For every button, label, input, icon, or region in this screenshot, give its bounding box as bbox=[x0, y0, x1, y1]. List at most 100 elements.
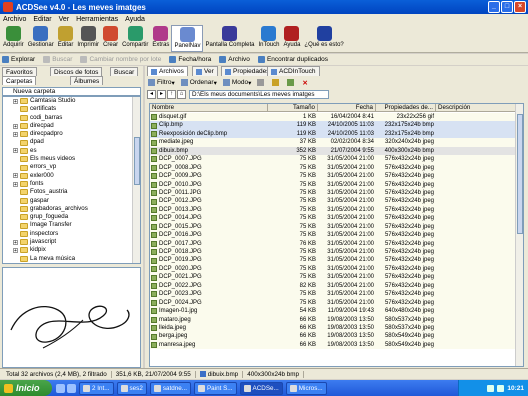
file-row[interactable]: DCP_0010.JPG 75 KB 31/05/2004 21:00 576x432… bbox=[150, 180, 516, 189]
toolbar-button-gestionar[interactable]: Gestionar bbox=[26, 25, 56, 52]
tree-scroll-thumb[interactable] bbox=[134, 137, 140, 185]
column-header-date[interactable]: Fecha bbox=[318, 104, 376, 111]
file-list-scrollbar[interactable] bbox=[515, 104, 523, 366]
tree-scrollbar[interactable] bbox=[132, 97, 140, 263]
file-row[interactable]: DCP_0022.JPG 82 KB 31/05/2004 21:00 576x432… bbox=[150, 281, 516, 291]
file-row[interactable]: DCP_0014.JPG 75 KB 31/05/2004 21:00 576x432… bbox=[150, 214, 516, 223]
toolbar-button-que-es-esto[interactable]: ¿Qué es esto? bbox=[302, 25, 345, 52]
column-header-size[interactable]: Tamaño bbox=[268, 104, 318, 111]
file-list-scroll-thumb[interactable] bbox=[517, 114, 523, 234]
file-row[interactable]: mediate.jpeg 37 KB 02/02/2004 8:34 320x240x… bbox=[150, 138, 516, 147]
tree-item-direcpad[interactable]: + direcpad bbox=[3, 122, 140, 130]
file-row[interactable]: lleida.jpeg 66 KB 19/08/2003 13:50 580x537x… bbox=[150, 323, 516, 333]
expand-icon[interactable]: + bbox=[13, 173, 18, 179]
expand-icon[interactable]: + bbox=[13, 239, 18, 245]
tab-ver[interactable]: Ver bbox=[192, 66, 218, 76]
tray-volume-icon[interactable] bbox=[487, 384, 495, 392]
minimize-button[interactable]: _ bbox=[488, 1, 500, 13]
file-row[interactable]: disquet.gif 1 KB 16/04/2004 8:41 23x22x256 … bbox=[150, 113, 516, 122]
close-button[interactable]: × bbox=[514, 1, 526, 13]
file-row[interactable]: mataro.jpeg 66 KB 19/08/2003 13:50 580x537x… bbox=[150, 315, 516, 324]
home-icon[interactable]: ⌂ bbox=[177, 90, 186, 99]
file-row[interactable]: Clip.bmp 119 KB 24/10/2005 11:03 232x175x24… bbox=[150, 121, 516, 130]
file-row[interactable]: DCP_0015.JPG 75 KB 31/05/2004 21:00 576x432… bbox=[150, 222, 516, 232]
tree-item-image-transfer[interactable]: Image Transfer bbox=[3, 221, 140, 229]
file-row[interactable]: DCP_0016.JPG 75 KB 31/05/2004 21:00 576x432… bbox=[150, 231, 516, 240]
file-row[interactable]: DCP_0018.JPG 75 KB 31/05/2004 21:00 576x432… bbox=[150, 248, 516, 257]
expand-icon[interactable]: + bbox=[13, 181, 18, 187]
menu-ver[interactable]: Ver bbox=[59, 16, 70, 23]
back-icon[interactable]: ◂ bbox=[147, 90, 156, 99]
file-row[interactable]: DCP_0008.JPG 75 KB 31/05/2004 21:00 576x432… bbox=[150, 163, 516, 173]
tree-item-exler000[interactable]: + exler000 bbox=[3, 172, 140, 180]
file-row[interactable]: DCP_0007.JPG 75 KB 31/05/2004 21:00 576x432… bbox=[150, 155, 516, 164]
delete-icon[interactable]: ✕ bbox=[302, 79, 307, 87]
taskbar-task-acdse[interactable]: ACDSe... bbox=[239, 381, 283, 395]
toolbar-button-adquirir[interactable]: Adquirir bbox=[1, 25, 26, 52]
toolbar-button-extras[interactable]: Extras bbox=[150, 25, 171, 52]
paste-icon[interactable] bbox=[287, 79, 296, 86]
file-row[interactable]: Reexposición deClip.bmp 119 KB 24/10/2005 … bbox=[150, 129, 516, 139]
tool-archivo[interactable]: Archivo bbox=[219, 56, 250, 63]
toolbar-button-intouch[interactable]: InTouch bbox=[256, 25, 281, 52]
toolbar-button-imprimir[interactable]: Imprimir bbox=[75, 25, 101, 52]
expand-icon[interactable]: + bbox=[13, 123, 18, 129]
tray-network-icon[interactable] bbox=[497, 384, 505, 392]
menu-ayuda[interactable]: Ayuda bbox=[125, 16, 145, 23]
menu-archivo[interactable]: Archivo bbox=[3, 16, 26, 23]
file-row[interactable]: DCP_0013.JPG 75 KB 31/05/2004 21:00 576x432… bbox=[150, 205, 516, 215]
mode-button[interactable]: Modo ▾ bbox=[222, 79, 251, 87]
file-row[interactable]: DCP_0021.JPG 75 KB 31/05/2004 21:00 576x432… bbox=[150, 273, 516, 282]
tree-item-grup-fogueda[interactable]: grup_fogueda bbox=[3, 213, 140, 221]
tree-item-fonts[interactable]: + fonts bbox=[3, 180, 140, 188]
up-folder-icon[interactable]: ↑ bbox=[167, 90, 176, 99]
menu-editar[interactable]: Editar bbox=[33, 16, 51, 23]
tree-item-fotos-austria[interactable]: Fotos_austria bbox=[3, 188, 140, 196]
select-all-icon[interactable] bbox=[257, 79, 266, 86]
taskbar-task-micros[interactable]: Micros... bbox=[285, 381, 327, 395]
filter-button[interactable]: Filtro ▾ bbox=[148, 79, 175, 87]
file-row[interactable]: Imagen-01.jpg 54 KB 11/09/2004 19:43 640x48… bbox=[150, 307, 516, 316]
taskbar-task-2-int[interactable]: 2 Int... bbox=[79, 381, 114, 395]
tree-item-direcpadpro[interactable]: + direcpadpro bbox=[3, 130, 140, 138]
file-row[interactable]: DCP_0017.JPG 76 KB 31/05/2004 21:00 576x432… bbox=[150, 239, 516, 248]
tool-fecha-hora[interactable]: Fecha/hora bbox=[169, 56, 211, 63]
toolbar-button-compartir[interactable]: Compartir bbox=[120, 25, 150, 52]
tree-header-folder[interactable]: Nueva carpeta bbox=[2, 87, 141, 96]
tree-item-codi-barras[interactable]: codi_barras bbox=[3, 114, 140, 122]
tree-item-errors-vp[interactable]: errors_vp bbox=[3, 163, 140, 171]
forward-icon[interactable]: ▸ bbox=[157, 90, 166, 99]
tab-carpetas[interactable]: Carpetas bbox=[2, 76, 37, 85]
sort-button[interactable]: Ordenar ▾ bbox=[180, 79, 217, 87]
tree-item-camtasia-studio[interactable]: + Camtasia Studio bbox=[3, 97, 140, 105]
file-row[interactable]: dibuix.bmp 352 KB 21/07/2004 9:55 400x300x2… bbox=[150, 146, 516, 156]
tool-encontrar-duplicados[interactable]: Encontrar duplicados bbox=[257, 56, 328, 63]
toolbar-button-pantalla-completa[interactable]: Pantalla Completa bbox=[203, 25, 256, 52]
file-row[interactable]: DCP_0009.JPG 75 KB 31/05/2004 21:00 576x432… bbox=[150, 172, 516, 181]
tool-explorar[interactable]: Explorar bbox=[2, 56, 35, 63]
expand-icon[interactable]: + bbox=[13, 148, 18, 154]
file-row[interactable]: DCP_0024.JPG 75 KB 31/05/2004 21:00 576x432… bbox=[150, 298, 516, 308]
tab-discos-de-fotos[interactable]: Discos de fotos bbox=[50, 67, 103, 76]
quicklaunch-ie-icon[interactable] bbox=[56, 383, 65, 393]
column-header-name[interactable]: Nombre bbox=[150, 104, 268, 111]
toolbar-button-ayuda[interactable]: Ayuda bbox=[282, 25, 303, 52]
file-row[interactable]: DCP_0011.JPG 75 KB 31/05/2004 21:00 576x432… bbox=[150, 188, 516, 198]
tree-item-grabadoras-archivos[interactable]: grabadoras_archivos bbox=[3, 205, 140, 213]
quicklaunch-desktop-icon[interactable] bbox=[67, 383, 76, 393]
tree-item-la-meva-musica[interactable]: La meva música bbox=[3, 255, 140, 263]
taskbar-task-satdne[interactable]: satdne... bbox=[149, 381, 191, 395]
tab-propiedades[interactable]: Propiedades bbox=[221, 66, 274, 76]
file-row[interactable]: DCP_0020.JPG 75 KB 31/05/2004 21:00 576x432… bbox=[150, 264, 516, 274]
tree-item-gaspar[interactable]: gaspar bbox=[3, 197, 140, 205]
tree-item-dpad[interactable]: dpad bbox=[3, 138, 140, 146]
maximize-button[interactable]: □ bbox=[501, 1, 513, 13]
column-header-properties[interactable]: Propiedades de... bbox=[376, 104, 436, 111]
tree-item-inspectors[interactable]: inspectors bbox=[3, 230, 140, 238]
expand-icon[interactable]: + bbox=[13, 131, 18, 137]
file-row[interactable]: DCP_0019.JPG 75 KB 31/05/2004 21:00 576x432… bbox=[150, 256, 516, 265]
tree-item-els-meus-videos[interactable]: Els meus videos bbox=[3, 155, 140, 163]
taskbar-task-paint-s[interactable]: Paint S... bbox=[193, 381, 237, 395]
tab-albumes[interactable]: Álbumes bbox=[70, 76, 104, 85]
tab-archivos[interactable]: Archivos bbox=[147, 66, 188, 76]
